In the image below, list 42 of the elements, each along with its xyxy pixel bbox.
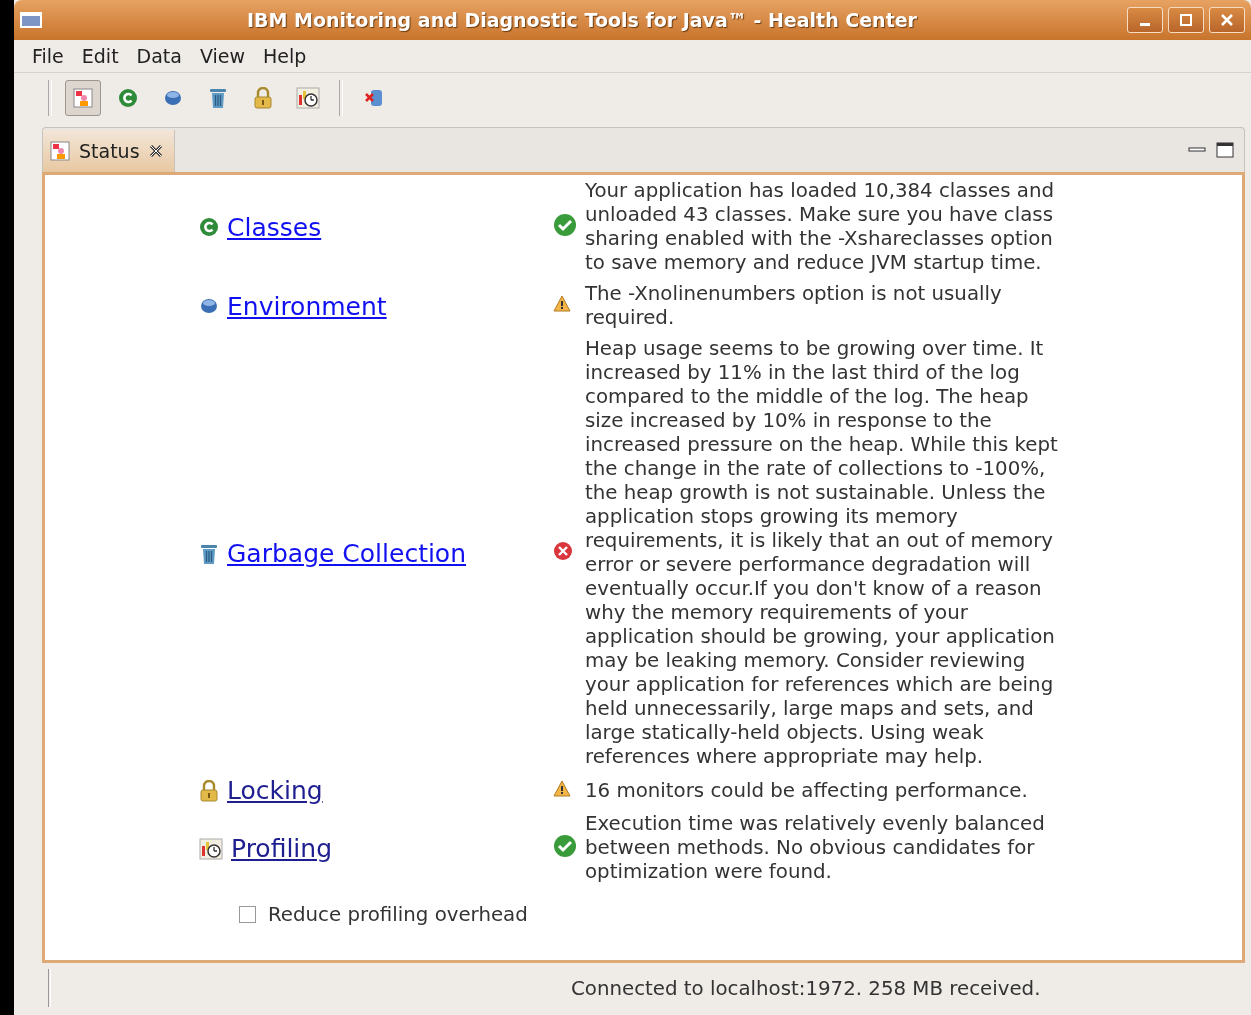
- menu-item[interactable]: File: [26, 45, 76, 67]
- circle-c-icon: [118, 88, 138, 108]
- status-message: 16 monitors could be affecting performance.: [585, 778, 1029, 803]
- close-icon[interactable]: [147, 143, 164, 159]
- menu-item[interactable]: Edit: [75, 45, 131, 67]
- stopwatch-icon: [199, 837, 223, 860]
- status-message: The -Xnolinenumbers option is not usually required.: [585, 282, 1003, 330]
- minimize-button[interactable]: [1127, 7, 1163, 33]
- section-link[interactable]: Classes: [227, 212, 322, 242]
- view-tab[interactable]: Status: [43, 130, 175, 172]
- menu-item[interactable]: Help: [257, 45, 319, 67]
- maximize-button[interactable]: [1168, 7, 1204, 33]
- maximize-icon: [1179, 13, 1193, 27]
- report-icon: [49, 140, 71, 162]
- padlock-icon: [199, 780, 219, 802]
- menu-item[interactable]: Data: [130, 45, 194, 67]
- checkbox-label: Reduce profiling overhead: [268, 903, 528, 926]
- padlock-icon: [253, 87, 273, 109]
- status-message: Execution time was relatively evenly balanced between methods. No obvious candidates for optimization were found.: [585, 812, 1046, 884]
- section-link[interactable]: Locking: [227, 776, 323, 805]
- status-message: Heap usage seems to be growing over time. It increased by 11% in the last third of the log compared to the middle of the log. The heap size increased by 10% in response to the increased pressure on the heap. While this kept the change in the rate of collections to -100%, the heap growth is not sustainable. Unless the application stops growing its memory requirements, it is likely that an out of memory error or severe performance degradation will eventually occur.If you don't know of a reason why the memory requirements of your application should be growing, your application may be leaking memory. Consider reviewing your application for references which are being held unnecessarily, large maps and sets, and large statically-held objects. Using weak references where appropriate may help.: [585, 337, 1059, 769]
- menu-item[interactable]: View: [193, 45, 258, 67]
- close-icon: [1220, 13, 1234, 27]
- section-link[interactable]: Profiling: [231, 833, 332, 863]
- window-menu-icon[interactable]: [20, 12, 42, 28]
- status-message: Your application has loaded 10,384 classes and unloaded 43 classes. Make sure you have class sharing enabled with the -Xshareclasses option to save memory and reduce JVM startup time.: [585, 179, 1056, 275]
- close-button[interactable]: [1209, 7, 1245, 33]
- delete-icon: [363, 87, 385, 109]
- toolbar-button[interactable]: [65, 80, 101, 116]
- section-link[interactable]: Garbage Collection: [227, 538, 466, 568]
- stopwatch-icon: [296, 87, 320, 109]
- minimize-icon: [1140, 22, 1150, 26]
- sphere-icon: [163, 88, 183, 108]
- report-icon: [72, 87, 94, 109]
- circle-c-icon: [199, 216, 219, 237]
- maximize-icon[interactable]: [1216, 142, 1234, 158]
- checkbox[interactable]: [239, 906, 256, 923]
- window-title: IBM Monitoring and Diagnostic Tools for Java™ - Health Center: [246, 9, 918, 31]
- section-link[interactable]: Environment: [227, 291, 387, 321]
- trash-icon: [199, 542, 219, 565]
- status-bar-text: Connected to localhost:1972. 258 MB received.: [571, 976, 1041, 1000]
- trash-icon: [208, 87, 228, 109]
